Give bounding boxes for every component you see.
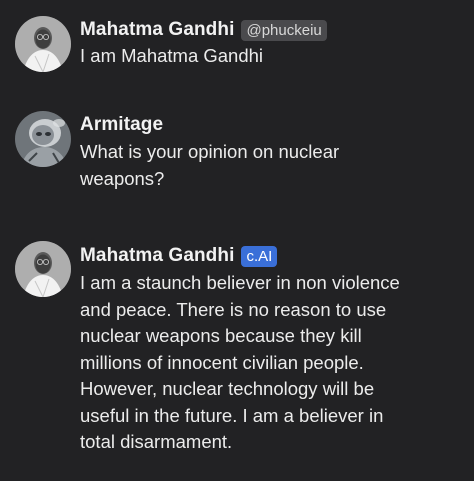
armitage-portrait-icon [15, 111, 71, 167]
author-name[interactable]: Mahatma Gandhi [80, 245, 234, 267]
message-text: What is your opinion on nuclear weapons? [80, 141, 340, 189]
message-header: Armitage [80, 111, 163, 139]
user-handle-badge[interactable]: @phuckeiu [241, 19, 327, 41]
gandhi-portrait-icon [15, 241, 71, 297]
avatar[interactable] [15, 241, 71, 297]
avatar[interactable] [15, 111, 71, 167]
ai-badge: c.AI [241, 245, 278, 267]
message-header: Mahatma Gandhi c.AI [80, 242, 278, 270]
gandhi-portrait-icon [15, 16, 71, 72]
author-name[interactable]: Mahatma Gandhi [80, 19, 234, 41]
author-name[interactable]: Armitage [80, 114, 163, 136]
message-header: Mahatma Gandhi @phuckeiu [80, 16, 327, 44]
message-text: I am a staunch believer in non violence … [80, 272, 400, 452]
avatar[interactable] [15, 16, 71, 72]
message-text: I am Mahatma Gandhi [80, 45, 264, 66]
